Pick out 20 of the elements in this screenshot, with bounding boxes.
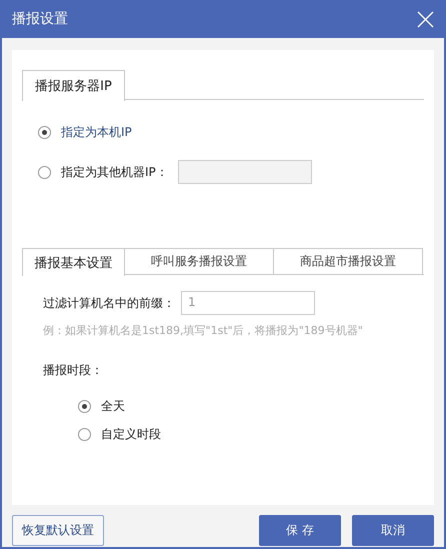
radio-button[interactable] [78,428,91,440]
radio-button[interactable] [78,400,91,412]
radio-button[interactable] [38,166,51,178]
hint-text: 例：如果计算机名是1st189,填写"1st"后，将播报为"189号机器" [42,323,364,338]
radio-button[interactable] [38,126,51,138]
tab[interactable]: 播报服务器IP [22,70,125,101]
option-label: 自定义时段 [101,426,161,442]
window-title: 播报设置 [12,10,68,28]
action-button[interactable]: 取消 [352,515,434,546]
tab[interactable]: 播报基本设置 [22,248,125,276]
reset-button[interactable]: 恢复默认设置 [12,515,104,546]
option-label: 指定为其他机器IP： [61,164,168,180]
action-button[interactable]: 保 存 [259,515,341,546]
close-icon[interactable] [417,10,434,28]
ip-input-field[interactable] [178,160,312,184]
tab[interactable]: 商品超市播报设置 [273,248,423,275]
prefix-label: 过滤计算机名中的前缀： [43,294,176,312]
option-label: 全天 [101,398,125,414]
option-label: 指定为本机IP [61,124,132,140]
period-label: 播报时段： [43,362,103,378]
